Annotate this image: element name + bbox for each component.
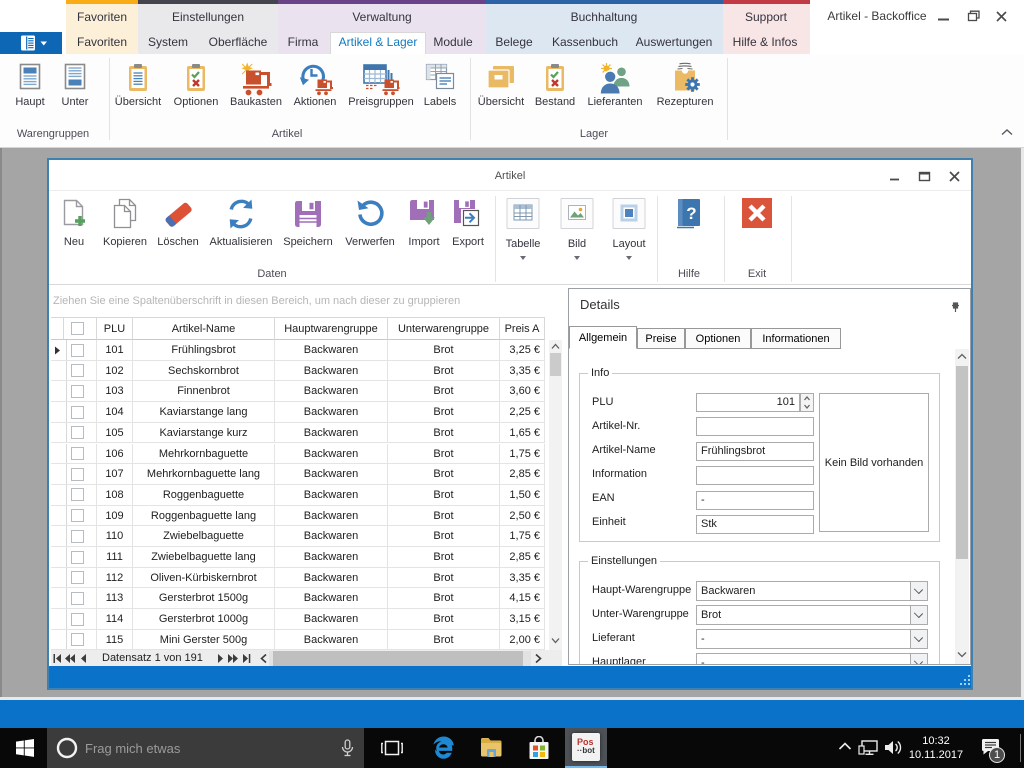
svg-text:?: ? (686, 204, 696, 223)
